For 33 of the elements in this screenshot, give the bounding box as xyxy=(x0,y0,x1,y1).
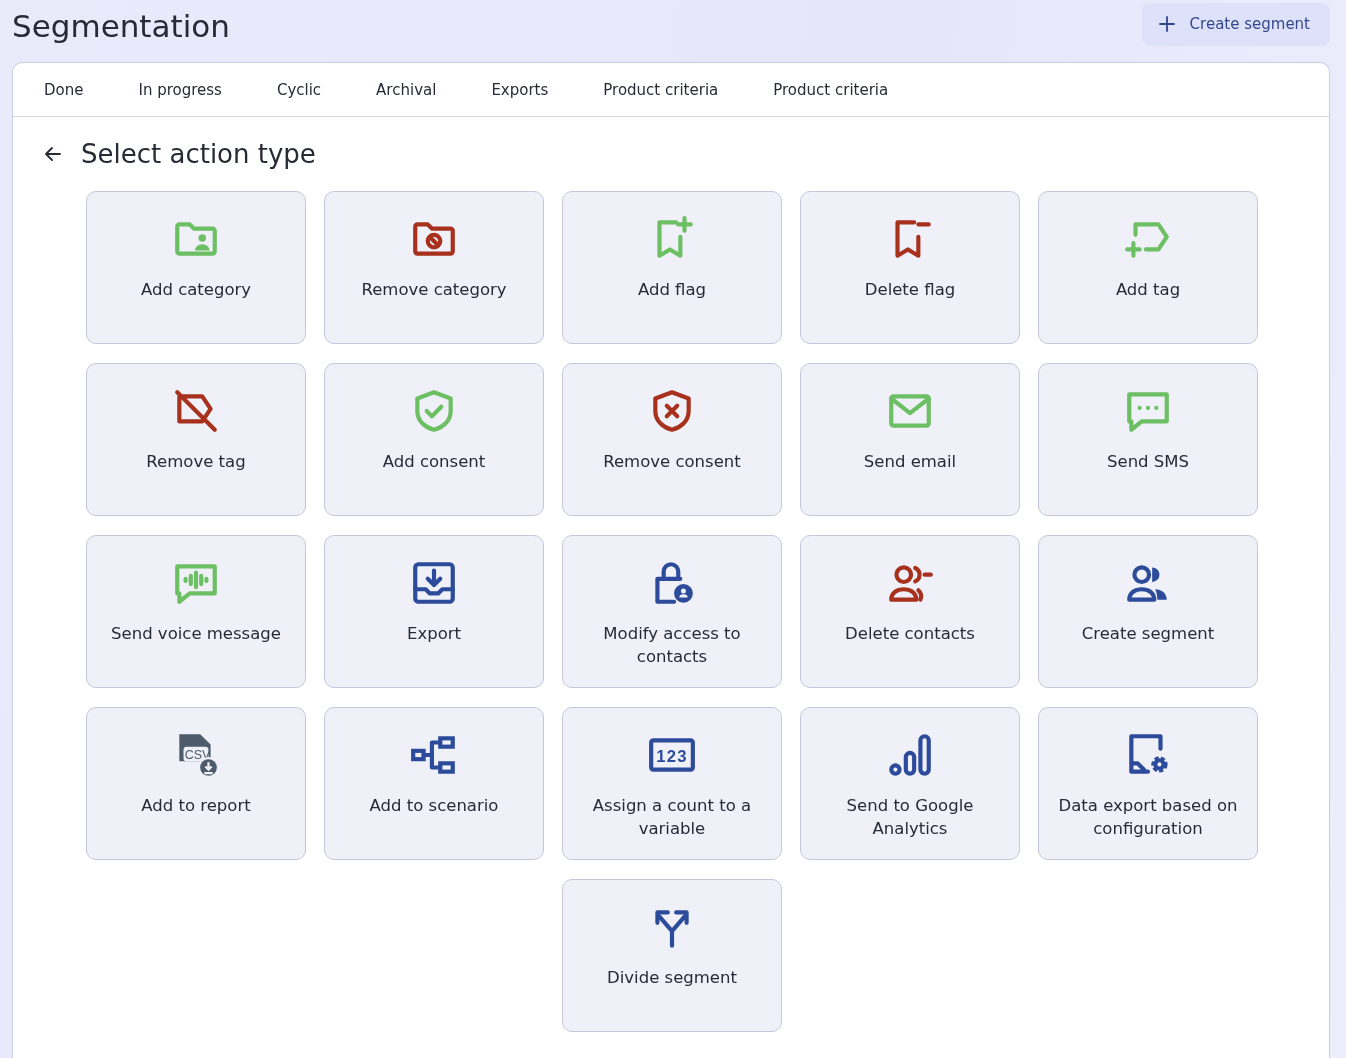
tab[interactable]: Cyclic xyxy=(276,63,322,116)
action-card[interactable]: Export xyxy=(324,535,544,688)
action-card[interactable]: Send to Google Analytics xyxy=(800,707,1020,860)
action-card[interactable]: 123 Assign a count to a variable xyxy=(562,707,782,860)
action-card[interactable]: Remove consent xyxy=(562,363,782,516)
action-card[interactable]: Divide segment xyxy=(562,879,782,1032)
action-card[interactable]: Add flag xyxy=(562,191,782,344)
action-card[interactable]: Delete flag xyxy=(800,191,1020,344)
action-card[interactable]: Send email xyxy=(800,363,1020,516)
action-card[interactable]: Add consent xyxy=(324,363,544,516)
action-card[interactable]: Delete contacts xyxy=(800,535,1020,688)
action-card[interactable]: Add category xyxy=(86,191,306,344)
action-card[interactable]: Send voice message xyxy=(86,535,306,688)
tab[interactable]: Archival xyxy=(376,63,437,116)
back-arrow-icon xyxy=(43,144,63,164)
action-card[interactable]: Remove tag xyxy=(86,363,306,516)
tab[interactable]: Exports xyxy=(491,63,549,116)
back-button[interactable] xyxy=(43,144,63,164)
plus-icon xyxy=(1157,15,1176,33)
section-heading: Select action type xyxy=(81,139,316,169)
tab[interactable]: In progress xyxy=(138,63,222,116)
create-segment-button[interactable]: Create segment xyxy=(1141,2,1330,46)
action-card[interactable]: Data export based on configuration xyxy=(1038,707,1258,860)
action-card[interactable]: Add to scenario xyxy=(324,707,544,860)
action-card[interactable]: Send SMS xyxy=(1038,363,1258,516)
tab[interactable]: Product criteria xyxy=(773,63,889,116)
tab[interactable]: Done xyxy=(44,63,84,116)
tab[interactable]: Product criteria xyxy=(603,63,719,116)
page-title: Segmentation xyxy=(12,8,230,44)
action-card[interactable]: Add tag xyxy=(1038,191,1258,344)
action-card[interactable]: Modify access to contacts xyxy=(562,535,782,688)
action-card[interactable]: Remove category xyxy=(324,191,544,344)
action-card[interactable]: Create segment xyxy=(1038,535,1258,688)
